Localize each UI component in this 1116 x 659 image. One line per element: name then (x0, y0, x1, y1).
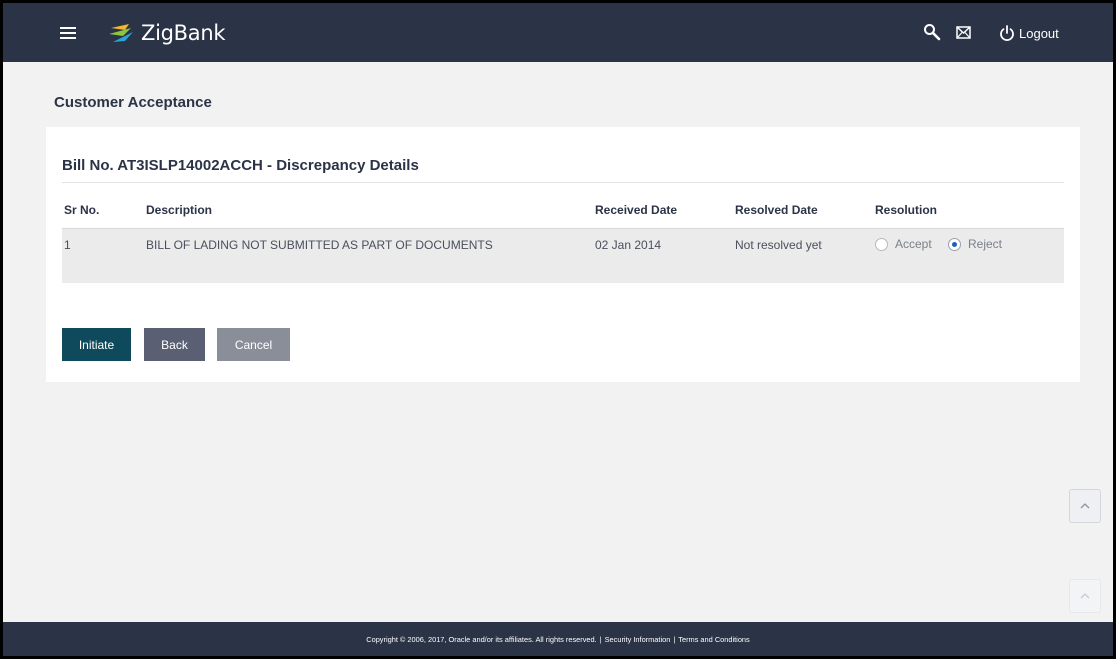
chevron-up-icon (1080, 593, 1090, 599)
scroll-top-button-secondary[interactable] (1069, 579, 1101, 613)
cell-description: BILL OF LADING NOT SUBMITTED AS PART OF … (146, 238, 493, 252)
table-row: 1 BILL OF LADING NOT SUBMITTED AS PART O… (62, 228, 1064, 283)
copyright-text: Copyright © 2006, 2017, Oracle and/or it… (366, 634, 597, 644)
mail-icon[interactable] (956, 26, 971, 44)
footer-separator: | (599, 634, 602, 644)
footer-separator: | (673, 634, 676, 644)
back-button[interactable]: Back (144, 328, 205, 361)
initiate-button[interactable]: Initiate (62, 328, 131, 361)
bill-title: Bill No. AT3ISLP14002ACCH - Discrepancy … (62, 157, 419, 174)
brand-name: ZigBank (141, 21, 226, 45)
chevron-up-icon (1080, 503, 1090, 509)
brand-logo[interactable]: ZigBank (107, 18, 226, 48)
search-icon[interactable] (923, 23, 941, 46)
radio-unchecked-icon[interactable] (875, 237, 888, 251)
security-information-link[interactable]: Security Information (605, 635, 671, 644)
resolution-reject-radio[interactable]: Reject (948, 237, 1002, 251)
footer: Copyright © 2006, 2017, Oracle and/or it… (3, 622, 1113, 656)
divider (62, 182, 1064, 183)
power-icon (1000, 24, 1014, 41)
logout-label: Logout (1019, 25, 1059, 41)
cell-received-date: 02 Jan 2014 (595, 238, 662, 252)
menu-icon[interactable] (60, 27, 76, 40)
discrepancy-card: Bill No. AT3ISLP14002ACCH - Discrepancy … (46, 127, 1080, 382)
cell-sr-no: 1 (64, 238, 71, 252)
radio-checked-icon[interactable] (948, 237, 961, 251)
cancel-button[interactable]: Cancel (217, 328, 290, 361)
column-header-resolved-date: Resolved Date (735, 203, 818, 217)
column-header-description: Description (146, 203, 213, 217)
scroll-top-button[interactable] (1069, 489, 1101, 523)
reject-label: Reject (968, 237, 1003, 251)
page-title: Customer Acceptance (54, 94, 212, 111)
terms-and-conditions-link[interactable]: Terms and Conditions (678, 635, 749, 644)
app-frame: ZigBank Logout Customer Acceptance Bill … (3, 3, 1113, 656)
resolution-accept-radio[interactable]: Accept (875, 237, 932, 251)
logout-button[interactable]: Logout (999, 23, 1059, 43)
top-header: ZigBank Logout (3, 3, 1113, 62)
column-header-resolution: Resolution (875, 203, 937, 217)
accept-label: Accept (895, 237, 932, 251)
column-header-received-date: Received Date (595, 203, 678, 217)
column-header-sr-no: Sr No. (64, 203, 100, 217)
zigbank-logo-icon (109, 24, 133, 42)
cell-resolved-date: Not resolved yet (735, 238, 822, 252)
